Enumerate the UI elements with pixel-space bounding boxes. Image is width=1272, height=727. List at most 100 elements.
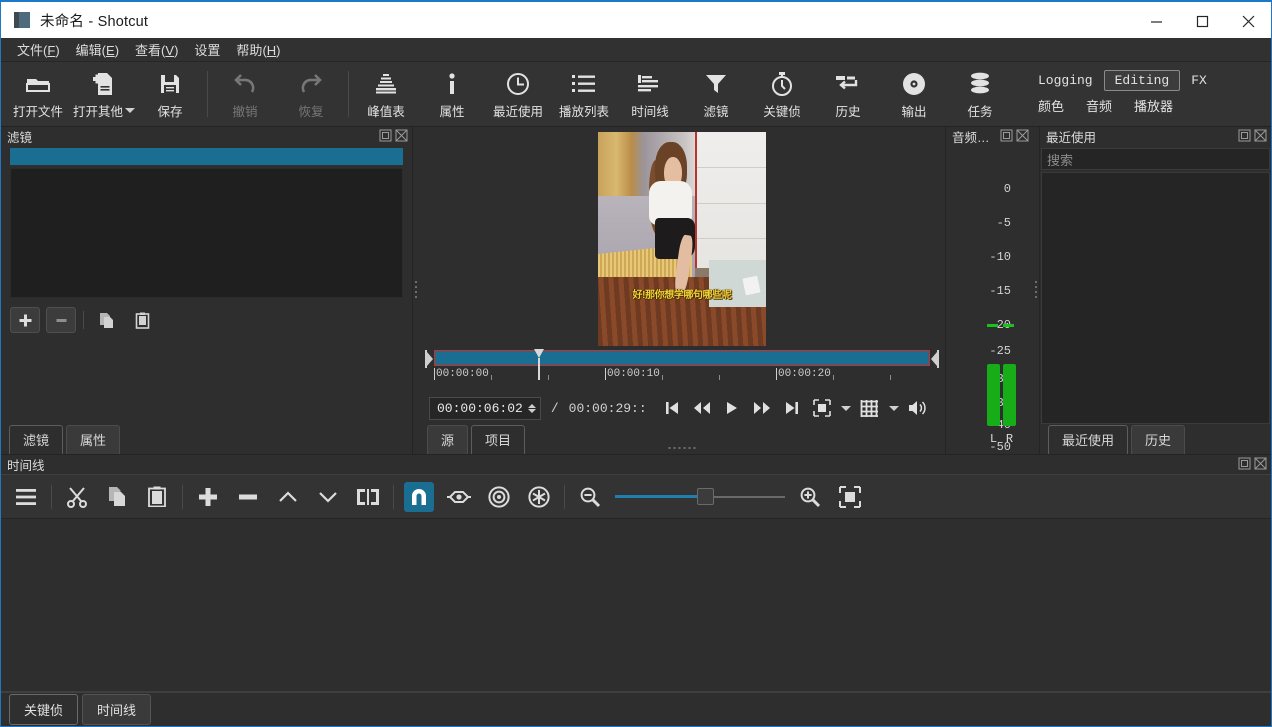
float-icon[interactable]: [379, 129, 392, 142]
skip-next-icon[interactable]: [781, 397, 803, 419]
timeline-zoom-slider[interactable]: [615, 487, 785, 507]
copy-filters-button[interactable]: [91, 307, 121, 333]
scrub-while-dragging-button[interactable]: [444, 482, 474, 512]
toolbar-timeline-button[interactable]: 时间线: [617, 62, 683, 126]
timeline-separator: [182, 485, 183, 509]
filters-panel-body: [1, 146, 412, 424]
close-icon[interactable]: [1254, 457, 1267, 470]
bottom-tab-keyframes[interactable]: 关键侦: [9, 694, 78, 725]
toolbar-redo-button[interactable]: 恢复: [278, 62, 344, 126]
ripple-button[interactable]: [484, 482, 514, 512]
bottom-tab-timeline[interactable]: 时间线: [82, 694, 151, 725]
zoom-out-button[interactable]: [575, 482, 605, 512]
tab-filters[interactable]: 滤镜: [9, 425, 63, 454]
ripple-all-tracks-button[interactable]: [524, 482, 554, 512]
trim-out-marker-icon[interactable]: [930, 350, 939, 368]
toolbar-jobs-button[interactable]: 任务: [947, 62, 1013, 126]
tab-project[interactable]: 项目: [471, 425, 525, 454]
filter-list[interactable]: [10, 168, 403, 298]
close-icon[interactable]: [1254, 129, 1267, 142]
zoom-slider-handle[interactable]: [697, 488, 714, 505]
layout-player-button[interactable]: 播放器: [1123, 93, 1184, 118]
toolbar-keyframes-button[interactable]: 关键侦: [749, 62, 815, 126]
toolbar-open-file-button[interactable]: 打开文件: [5, 62, 71, 126]
menu-view[interactable]: 查看(V): [127, 37, 186, 62]
paste-filters-button[interactable]: [127, 307, 157, 333]
layout-fx-button[interactable]: FX: [1180, 70, 1218, 91]
add-filter-button[interactable]: [10, 307, 40, 333]
snap-toggle-button[interactable]: [404, 482, 434, 512]
toolbar-properties-button[interactable]: 属性: [419, 62, 485, 126]
menu-settings[interactable]: 设置: [186, 37, 228, 62]
tab-source[interactable]: 源: [427, 425, 468, 454]
paste-button[interactable]: [142, 482, 172, 512]
layout-color-button[interactable]: 颜色: [1027, 93, 1075, 118]
timeline-menu-button[interactable]: [11, 482, 41, 512]
remove-filter-button[interactable]: [46, 307, 76, 333]
toolbar-save-button[interactable]: 保存: [137, 62, 203, 126]
layout-audio-button[interactable]: 音频: [1075, 93, 1123, 118]
float-icon[interactable]: [1238, 129, 1251, 142]
peak-indicator-right: [1003, 324, 1014, 327]
toolbar-recent-button[interactable]: 最近使用: [485, 62, 551, 126]
cut-button[interactable]: [62, 482, 92, 512]
grid-icon[interactable]: [859, 397, 881, 419]
zoom-in-button[interactable]: [795, 482, 825, 512]
close-icon[interactable]: [395, 129, 408, 142]
zoom-fit-icon[interactable]: [811, 397, 833, 419]
timeline-separator: [51, 485, 52, 509]
layout-logging-button[interactable]: Logging: [1027, 70, 1104, 91]
float-icon[interactable]: [1000, 129, 1013, 142]
scrubber-bar[interactable]: [434, 350, 930, 366]
timeline-zoom-fit-button[interactable]: [835, 482, 865, 512]
grid-dropdown-chevron-down-icon[interactable]: [889, 406, 899, 411]
audio-meter-body[interactable]: 0 -5 -10 -15 -20 -25 -30 -35 -40 -50 L R: [946, 146, 1033, 454]
zoom-dropdown-chevron-down-icon[interactable]: [841, 406, 851, 411]
play-icon[interactable]: [721, 397, 743, 419]
fast-forward-icon[interactable]: [751, 397, 773, 419]
toolbar-open-other-button[interactable]: 打开其他: [71, 62, 137, 126]
layout-editing-button[interactable]: Editing: [1104, 70, 1181, 91]
menu-help[interactable]: 帮助(H): [228, 37, 288, 62]
recent-list[interactable]: [1041, 172, 1270, 424]
minimize-button[interactable]: [1133, 2, 1179, 40]
video-preview-area[interactable]: 好!那你想学哪句哪些呢: [419, 127, 945, 350]
trim-in-marker-icon[interactable]: [425, 350, 434, 368]
copy-button[interactable]: [102, 482, 132, 512]
speaker-volume-icon[interactable]: [907, 397, 929, 419]
append-button[interactable]: [193, 482, 223, 512]
split-button[interactable]: [353, 482, 383, 512]
lift-button[interactable]: [273, 482, 303, 512]
filter-selected-row[interactable]: [10, 148, 403, 165]
position-timecode-field[interactable]: 00:00:06:02: [429, 397, 541, 420]
tab-history[interactable]: 历史: [1131, 425, 1185, 454]
toolbar-history-button[interactable]: 历史: [815, 62, 881, 126]
toolbar-timeline-label: 时间线: [631, 101, 669, 120]
toolbar-playlist-button[interactable]: 播放列表: [551, 62, 617, 126]
search-input[interactable]: 搜索: [1041, 148, 1270, 170]
meter-channel-right-label: R: [1003, 432, 1016, 446]
toolbar-filters-button[interactable]: 滤镜: [683, 62, 749, 126]
toolbar-peak-meter-button[interactable]: 峰值表: [353, 62, 419, 126]
timecode-stepper[interactable]: [528, 404, 536, 413]
float-icon[interactable]: [1238, 457, 1251, 470]
menu-file[interactable]: 文件(F): [9, 37, 68, 62]
tab-recent[interactable]: 最近使用: [1048, 425, 1128, 454]
close-button[interactable]: [1225, 2, 1271, 40]
filter-action-buttons: [10, 307, 403, 333]
rewind-icon[interactable]: [691, 397, 713, 419]
ripple-delete-button[interactable]: [233, 482, 263, 512]
tab-properties[interactable]: 属性: [66, 425, 120, 454]
timeline-toolbar: [1, 475, 1271, 519]
menu-edit[interactable]: 编辑(E): [68, 37, 127, 62]
maximize-button[interactable]: [1179, 2, 1225, 40]
timeline-tracks-area[interactable]: [1, 519, 1271, 691]
main-body: 滤镜: [1, 127, 1271, 454]
close-icon[interactable]: [1016, 129, 1029, 142]
overwrite-button[interactable]: [313, 482, 343, 512]
toolbar-export-button[interactable]: 输出: [881, 62, 947, 126]
skip-previous-icon[interactable]: [661, 397, 683, 419]
toolbar-undo-button[interactable]: 撤销: [212, 62, 278, 126]
player-splitter-handle[interactable]: [669, 447, 696, 449]
open-other-icon: [92, 69, 116, 99]
